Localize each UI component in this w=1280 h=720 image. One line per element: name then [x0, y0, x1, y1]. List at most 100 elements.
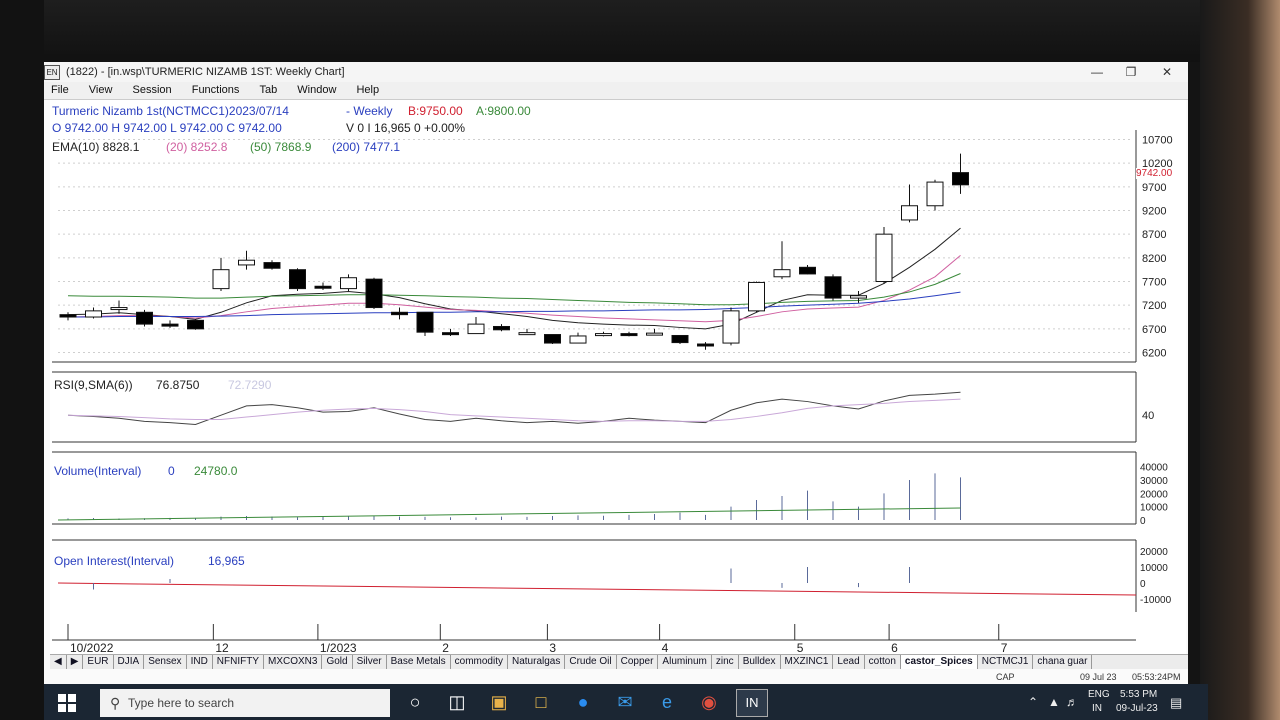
menu-functions[interactable]: Functions [192, 82, 240, 99]
language-indicator[interactable]: ENG [1088, 689, 1110, 700]
tab-scroll-right[interactable]: ▶ [67, 655, 84, 669]
bid-label: B:9750.00 [408, 104, 463, 118]
tab-nctmcj1[interactable]: NCTMCJ1 [978, 655, 1034, 669]
region-indicator[interactable]: IN [1092, 703, 1102, 714]
tab-mxcoxn3[interactable]: MXCOXN3 [264, 655, 323, 669]
chart-area[interactable]: 40 40000 30000 20000 10000 0 20000 10000 0 -100… [50, 100, 1186, 668]
volume-tick-label: 10000 [1140, 503, 1168, 514]
tab-commodity[interactable]: commodity [451, 655, 508, 669]
period-label: - Weekly [346, 104, 393, 118]
volume-icon[interactable]: ♬ [1066, 695, 1078, 709]
mail-icon[interactable]: ✉ [610, 689, 640, 715]
menu-session[interactable]: Session [133, 82, 172, 99]
candle-body [697, 343, 714, 347]
trading-app-icon[interactable]: IN [736, 689, 768, 717]
volume-tick-label: 20000 [1140, 489, 1168, 500]
close-button[interactable]: ✕ [1152, 63, 1182, 81]
candle-body [467, 323, 485, 335]
tab-aluminum[interactable]: Aluminum [658, 655, 712, 669]
search-icon: ⚲ [110, 695, 121, 711]
volume-oi-label: V 0 I 16,965 0 +0.00% [346, 121, 466, 135]
network-icon[interactable]: ▲ [1048, 695, 1060, 709]
rsi-label: RSI(9,SMA(6)) [54, 378, 133, 392]
candle-body [416, 311, 434, 333]
tab-scroll-left[interactable]: ◀ [50, 655, 67, 669]
candle-body [620, 333, 638, 337]
candle-body [340, 277, 357, 290]
rsi-value: 76.8750 [156, 378, 200, 392]
tab-base-metals[interactable]: Base Metals [387, 655, 451, 669]
tab-nfnifty[interactable]: NFNIFTY [213, 655, 265, 669]
x-tick-label: 3 [549, 641, 556, 655]
store-icon[interactable]: ▣ [484, 689, 514, 715]
zoom-icon[interactable]: ● [568, 689, 598, 715]
tab-copper[interactable]: Copper [617, 655, 659, 669]
oi-label: Open Interest(Interval) [54, 554, 175, 568]
x-tick-label: 2 [442, 641, 449, 655]
tab-ind[interactable]: IND [187, 655, 213, 669]
chart-canvas[interactable]: 40 400003000020000100000 20000100000-100… [50, 100, 1186, 668]
menu-view[interactable]: View [89, 82, 113, 99]
candle-body [365, 278, 383, 309]
tab-lead[interactable]: Lead [833, 655, 865, 669]
price-tick-label: 10700 [1142, 134, 1173, 146]
tab-eur[interactable]: EUR [83, 655, 114, 669]
tray-chevron-icon[interactable]: ⌃ [1028, 695, 1038, 709]
price-tick-label: 8200 [1142, 253, 1166, 265]
app-icon[interactable]: EN [44, 65, 60, 80]
clock-time[interactable]: 5:53 PM [1120, 689, 1157, 700]
cortana-icon[interactable]: ○ [400, 689, 430, 715]
tab-zinc[interactable]: zinc [712, 655, 739, 669]
tab-sensex[interactable]: Sensex [144, 655, 187, 669]
candle-body [493, 325, 510, 331]
tab-chana-guar[interactable]: chana guar [1033, 655, 1093, 669]
candle-body [187, 319, 204, 330]
candle-body [569, 335, 587, 344]
ema200-label: (200) 7477.1 [332, 140, 401, 154]
oi-tick-label: 10000 [1140, 563, 1168, 574]
ema20-label: (20) 8252.8 [166, 140, 228, 154]
status-cap: CAP [996, 672, 1015, 682]
menu-help[interactable]: Help [356, 82, 379, 99]
taskbar-search-box[interactable]: ⚲ Type here to search [100, 689, 390, 717]
candle-body [238, 259, 255, 266]
status-date: 09 Jul 23 [1080, 672, 1117, 682]
price-tick-label: 7700 [1142, 277, 1166, 289]
minimize-button[interactable]: — [1082, 63, 1112, 81]
tab-mxzinc1[interactable]: MXZINC1 [781, 655, 834, 669]
tab-naturalgas[interactable]: Naturalgas [508, 655, 566, 669]
edge-icon[interactable]: e [652, 689, 682, 715]
tab-crude-oil[interactable]: Crude Oil [565, 655, 617, 669]
ohlc-label: O 9742.00 H 9742.00 L 9742.00 C 9742.00 [52, 121, 282, 135]
candle-body [442, 332, 459, 336]
menu-tab[interactable]: Tab [259, 82, 277, 99]
tab-djia[interactable]: DJIA [114, 655, 145, 669]
candle-body [850, 295, 867, 299]
candle-body [773, 269, 791, 278]
restore-button[interactable]: ❐ [1116, 63, 1146, 81]
chrome-icon[interactable]: ◉ [694, 689, 724, 715]
menu-window[interactable]: Window [297, 82, 336, 99]
menu-file[interactable]: File [51, 82, 69, 99]
candle-body [212, 269, 230, 290]
x-tick-label: 12 [215, 641, 229, 655]
candle-body [722, 310, 740, 344]
task-view-icon[interactable]: ◫ [442, 689, 472, 715]
clock-date[interactable]: 09-Jul-23 [1116, 703, 1158, 714]
candle-body [952, 172, 969, 186]
price-tick-label: 7200 [1142, 300, 1166, 312]
tab-castor-spices[interactable]: castor_Spices [900, 655, 978, 669]
tab-bulldex[interactable]: Bulldex [739, 655, 781, 669]
windows-start-icon[interactable] [58, 694, 76, 712]
windows-taskbar: ⚲ Type here to search ○ ◫ ▣ □ ● ✉ e ◉ IN… [44, 684, 1208, 720]
tab-cotton[interactable]: cotton [865, 655, 901, 669]
laptop-bezel-left [0, 0, 44, 720]
candle-body [85, 310, 102, 318]
candle-body [314, 285, 332, 289]
candle-body [748, 281, 765, 312]
volume-average: 24780.0 [194, 464, 238, 478]
tab-silver[interactable]: Silver [353, 655, 387, 669]
tab-gold[interactable]: Gold [322, 655, 353, 669]
file-explorer-icon[interactable]: □ [526, 689, 556, 715]
notifications-icon[interactable]: ▤ [1170, 695, 1182, 711]
